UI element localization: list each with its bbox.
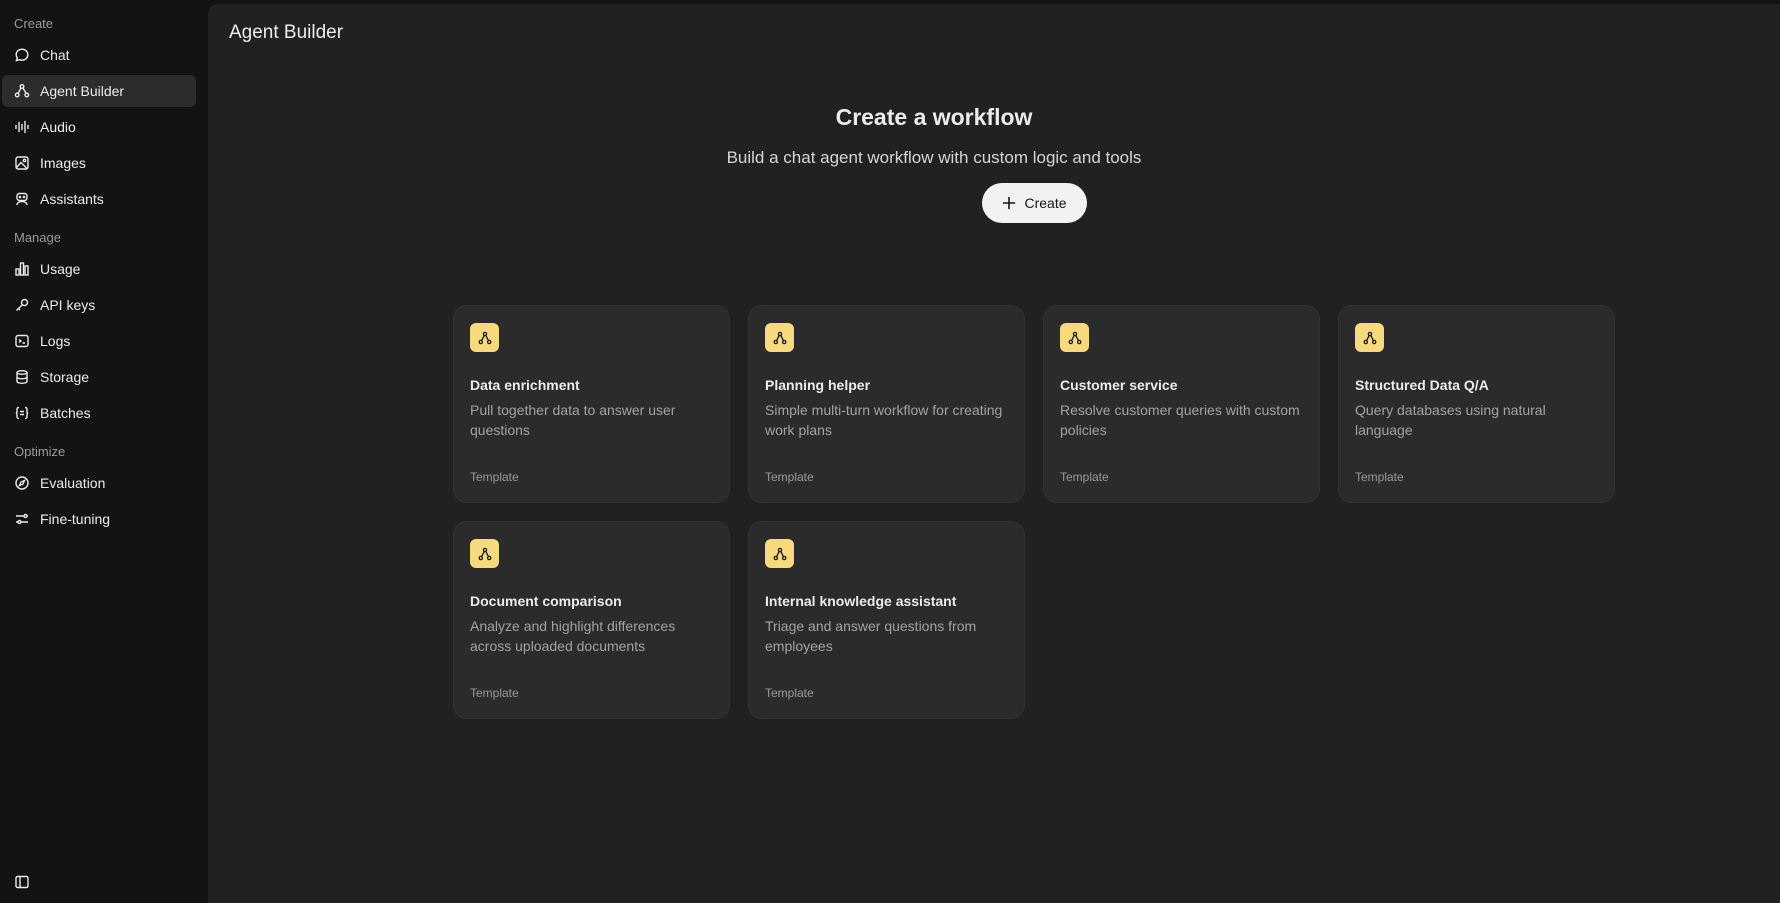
image-icon: [14, 155, 30, 171]
template-description: Resolve customer queries with custom pol…: [1060, 402, 1300, 438]
template-description: Pull together data to answer user questi…: [470, 402, 676, 438]
sidebar-item-batches[interactable]: Batches: [2, 397, 196, 429]
compass-icon: [14, 475, 30, 491]
agent-builder-icon: [14, 83, 30, 99]
sidebar-item-usage[interactable]: Usage: [2, 253, 196, 285]
sidebar-item-label: Audio: [40, 119, 76, 135]
sidebar-item-label: Assistants: [40, 191, 104, 207]
hero-title: Create a workflow: [835, 104, 1033, 130]
chat-bubble-icon: [14, 47, 30, 63]
template-card-data-enrichment[interactable]: Data enrichment Pull together data to an…: [453, 305, 730, 503]
sidebar-item-label: Logs: [40, 333, 71, 349]
sidebar-item-chat[interactable]: Chat: [2, 39, 196, 71]
sidebar-item-label: Chat: [40, 47, 70, 63]
workflow-icon: [765, 539, 794, 568]
sidebar-item-agent-builder[interactable]: Agent Builder: [2, 75, 196, 107]
template-title: Planning helper: [765, 377, 871, 393]
create-button-label: Create: [1024, 195, 1067, 211]
sidebar-item-label: Storage: [40, 369, 90, 385]
sidebar-item-storage[interactable]: Storage: [2, 361, 196, 393]
robot-icon: [14, 191, 30, 207]
template-description: Query databases using natural language: [1355, 402, 1546, 438]
sidebar-item-label: Fine-tuning: [40, 511, 111, 527]
sidebar-toggle-icon[interactable]: [14, 874, 30, 890]
sidebar-item-label: Usage: [40, 261, 81, 277]
template-title: Data enrichment: [470, 377, 580, 393]
bar-chart-icon: [14, 261, 30, 277]
sidebar-item-label: API keys: [40, 297, 96, 313]
template-card-planning-helper[interactable]: Planning helper Simple multi-turn workfl…: [748, 305, 1025, 503]
sidebar-item-fine-tuning[interactable]: Fine-tuning: [2, 503, 196, 535]
hero-subtitle: Build a chat agent workflow with custom …: [726, 148, 1142, 167]
audio-wave-icon: [14, 119, 30, 135]
database-icon: [14, 369, 30, 385]
template-description: Simple multi-turn workflow for creating …: [765, 402, 1003, 438]
sidebar-item-assistants[interactable]: Assistants: [2, 183, 196, 215]
braces-icon: [14, 405, 30, 421]
sidebar: Create Chat Agent Builder Audio Images A…: [0, 0, 207, 903]
sidebar-item-label: Images: [40, 155, 86, 171]
page-title: Agent Builder: [229, 22, 344, 43]
sidebar-item-audio[interactable]: Audio: [2, 111, 196, 143]
sidebar-item-label: Evaluation: [40, 475, 106, 491]
template-card-document-comparison[interactable]: Document comparison Analyze and highligh…: [453, 521, 730, 719]
sidebar-item-logs[interactable]: Logs: [2, 325, 196, 357]
template-title: Internal knowledge assistant: [765, 593, 957, 609]
plus-icon: [1003, 196, 1016, 210]
template-tag: Template: [1355, 470, 1404, 484]
app-window: Create Chat Agent Builder Audio Images A…: [0, 0, 1780, 903]
template-tag: Template: [470, 686, 519, 700]
workflow-icon: [470, 539, 499, 568]
template-tag: Template: [765, 470, 814, 484]
section-label-manage: Manage: [14, 230, 61, 245]
template-tag: Template: [765, 686, 814, 700]
create-workflow-button[interactable]: Create: [982, 183, 1087, 223]
template-title: Structured Data Q/A: [1355, 377, 1489, 393]
template-card-customer-service[interactable]: Customer service Resolve customer querie…: [1043, 305, 1320, 503]
template-title: Customer service: [1060, 377, 1178, 393]
sidebar-item-evaluation[interactable]: Evaluation: [2, 467, 196, 499]
template-title: Document comparison: [470, 593, 622, 609]
sidebar-item-label: Agent Builder: [40, 83, 125, 99]
sidebar-item-label: Batches: [40, 405, 91, 421]
section-label-create: Create: [14, 16, 54, 31]
template-description: Triage and answer questions from employe…: [765, 618, 977, 654]
template-card-internal-knowledge-assistant[interactable]: Internal knowledge assistant Triage and …: [748, 521, 1025, 719]
key-icon: [14, 297, 30, 313]
sliders-icon: [14, 511, 30, 527]
template-tag: Template: [1060, 470, 1109, 484]
terminal-icon: [14, 333, 30, 349]
template-card-structured-data-qa[interactable]: Structured Data Q/A Query databases usin…: [1338, 305, 1615, 503]
template-description: Analyze and highlight differences across…: [470, 618, 676, 654]
section-label-optimize: Optimize: [14, 444, 66, 459]
workflow-icon: [1355, 323, 1384, 352]
sidebar-item-api-keys[interactable]: API keys: [2, 289, 196, 321]
workflow-icon: [765, 323, 794, 352]
workflow-icon: [1060, 323, 1089, 352]
sidebar-item-images[interactable]: Images: [2, 147, 196, 179]
main-panel: Agent Builder Create a workflow Build a …: [208, 4, 1780, 903]
template-tag: Template: [470, 470, 519, 484]
workflow-icon: [470, 323, 499, 352]
